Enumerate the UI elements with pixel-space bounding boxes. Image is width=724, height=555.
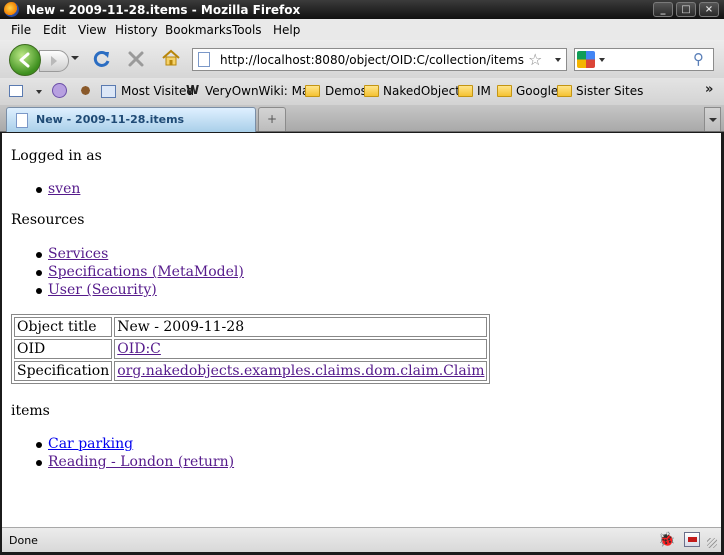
menu-view[interactable]: View [78,23,106,37]
bookmark-folder-google[interactable]: Google [516,84,558,98]
navigation-toolbar: http://localhost:8080/object/OID:C/colle… [0,40,724,78]
list-item: User (Security) [36,281,244,299]
search-box[interactable]: ⚲ [574,48,714,71]
bookmark-veryownwiki[interactable]: VeryOwnWiki: Main [205,84,320,98]
forward-button[interactable] [39,50,69,72]
bookmark-folder-demos[interactable]: Demos [325,84,367,98]
bookmarks-list-icon[interactable] [9,85,23,97]
forward-arrow-icon [51,56,57,66]
table-row: OID OID:C [14,339,488,359]
stop-icon[interactable] [127,50,145,68]
user-security-link[interactable]: User (Security) [48,282,157,298]
back-arrow-icon [19,52,30,68]
bookmarks-toolbar: Most Visited W VeryOwnWiki: Main Demos N… [0,78,724,105]
window-title: New - 2009-11-28.items - Mozilla Firefox [26,3,301,17]
menu-bar: File Edit View History Bookmarks Tools H… [0,19,724,40]
item-link[interactable]: Reading - London (return) [48,454,234,470]
bookmark-most-visited[interactable]: Most Visited [121,84,194,98]
folder-icon [497,85,512,97]
oid-cell: OID:C [114,339,488,359]
menu-help[interactable]: Help [273,23,300,37]
new-tab-button[interactable]: + [258,107,286,131]
maximize-button[interactable]: □ [676,2,696,17]
menu-edit[interactable]: Edit [43,23,66,37]
firefox-icon [4,2,19,17]
page-icon [198,52,210,67]
object-properties-table: Object title New - 2009-11-28 OID OID:C … [11,314,491,384]
list-item: Services [36,245,244,263]
table-row: Object title New - 2009-11-28 [14,317,488,337]
tab-list-dropdown-icon[interactable] [704,107,721,131]
list-item: Car parking [35,435,234,453]
folder-icon [364,85,379,97]
folder-icon [305,85,320,97]
minimize-button[interactable]: _ [653,2,673,17]
list-item: Reading - London (return) [35,453,234,471]
address-bar[interactable]: http://localhost:8080/object/OID:C/colle… [192,48,567,71]
logged-in-heading: Logged in as [11,148,102,164]
property-label: Object title [14,317,113,337]
item-link[interactable]: Car parking [48,436,133,452]
items-list: Car parking Reading - London (return) [35,435,234,471]
status-text: Done [9,534,38,547]
firebug-icon[interactable] [78,83,93,98]
pdf-download-icon[interactable] [684,532,700,547]
services-link[interactable]: Services [48,246,108,262]
object-title-value: New - 2009-11-28 [114,317,488,337]
page-content: Logged in as sven Resources Services Spe… [2,133,721,527]
property-label: OID [14,339,113,359]
bookmark-folder-nakedobjects[interactable]: NakedObjects [383,84,466,98]
firebug-status-icon[interactable]: 🐞 [658,532,675,548]
specification-link[interactable]: org.nakedobjects.examples.claims.dom.cla… [117,363,484,379]
history-dropdown-icon[interactable] [71,56,79,60]
bookmarks-overflow-icon[interactable]: » [705,82,713,97]
resources-list: Services Specifications (MetaModel) User… [36,245,244,299]
url-dropdown-icon[interactable] [555,58,561,62]
url-text[interactable]: http://localhost:8080/object/OID:C/colle… [220,53,524,67]
menu-tools[interactable]: Tools [232,23,262,37]
status-bar: Done 🐞 [2,527,721,552]
search-engine-dropdown-icon[interactable] [599,58,605,62]
page-icon [16,113,28,128]
resize-grip-icon[interactable] [707,538,717,548]
folder-icon [557,85,572,97]
google-icon[interactable] [577,51,595,68]
menu-history[interactable]: History [115,23,158,37]
close-button[interactable]: × [699,2,719,17]
specifications-link[interactable]: Specifications (MetaModel) [48,264,244,280]
bookmarks-dropdown-icon[interactable] [36,90,42,94]
tab-active[interactable]: New - 2009-11-28.items [6,107,256,132]
resources-heading: Resources [11,212,85,228]
back-button[interactable] [9,44,41,76]
bookmark-folder-sister-sites[interactable]: Sister Sites [576,84,643,98]
list-item: Specifications (MetaModel) [36,263,244,281]
wiki-icon: W [186,83,200,97]
window-title-bar[interactable]: New - 2009-11-28.items - Mozilla Firefox… [0,0,724,19]
list-item: sven [35,180,80,198]
property-label: Specification [14,361,113,381]
tab-label: New - 2009-11-28.items [36,113,185,126]
bookmark-star-icon[interactable]: ☆ [528,50,542,69]
specification-cell: org.nakedobjects.examples.claims.dom.cla… [114,361,488,381]
folder-icon [458,85,473,97]
collection-heading: items [11,403,50,419]
bookmark-page-icon [101,85,116,98]
tab-bar: New - 2009-11-28.items + [0,105,724,132]
menu-bookmarks[interactable]: Bookmarks [165,23,232,37]
oid-link[interactable]: OID:C [117,341,161,357]
home-icon[interactable] [161,48,181,68]
table-row: Specification org.nakedobjects.examples.… [14,361,488,381]
search-icon[interactable]: ⚲ [693,50,704,68]
user-link[interactable]: sven [48,181,80,197]
developer-icon[interactable] [52,83,67,98]
user-list: sven [35,180,80,198]
bookmark-folder-im[interactable]: IM [477,84,491,98]
reload-icon[interactable] [92,49,112,69]
menu-file[interactable]: File [11,23,31,37]
